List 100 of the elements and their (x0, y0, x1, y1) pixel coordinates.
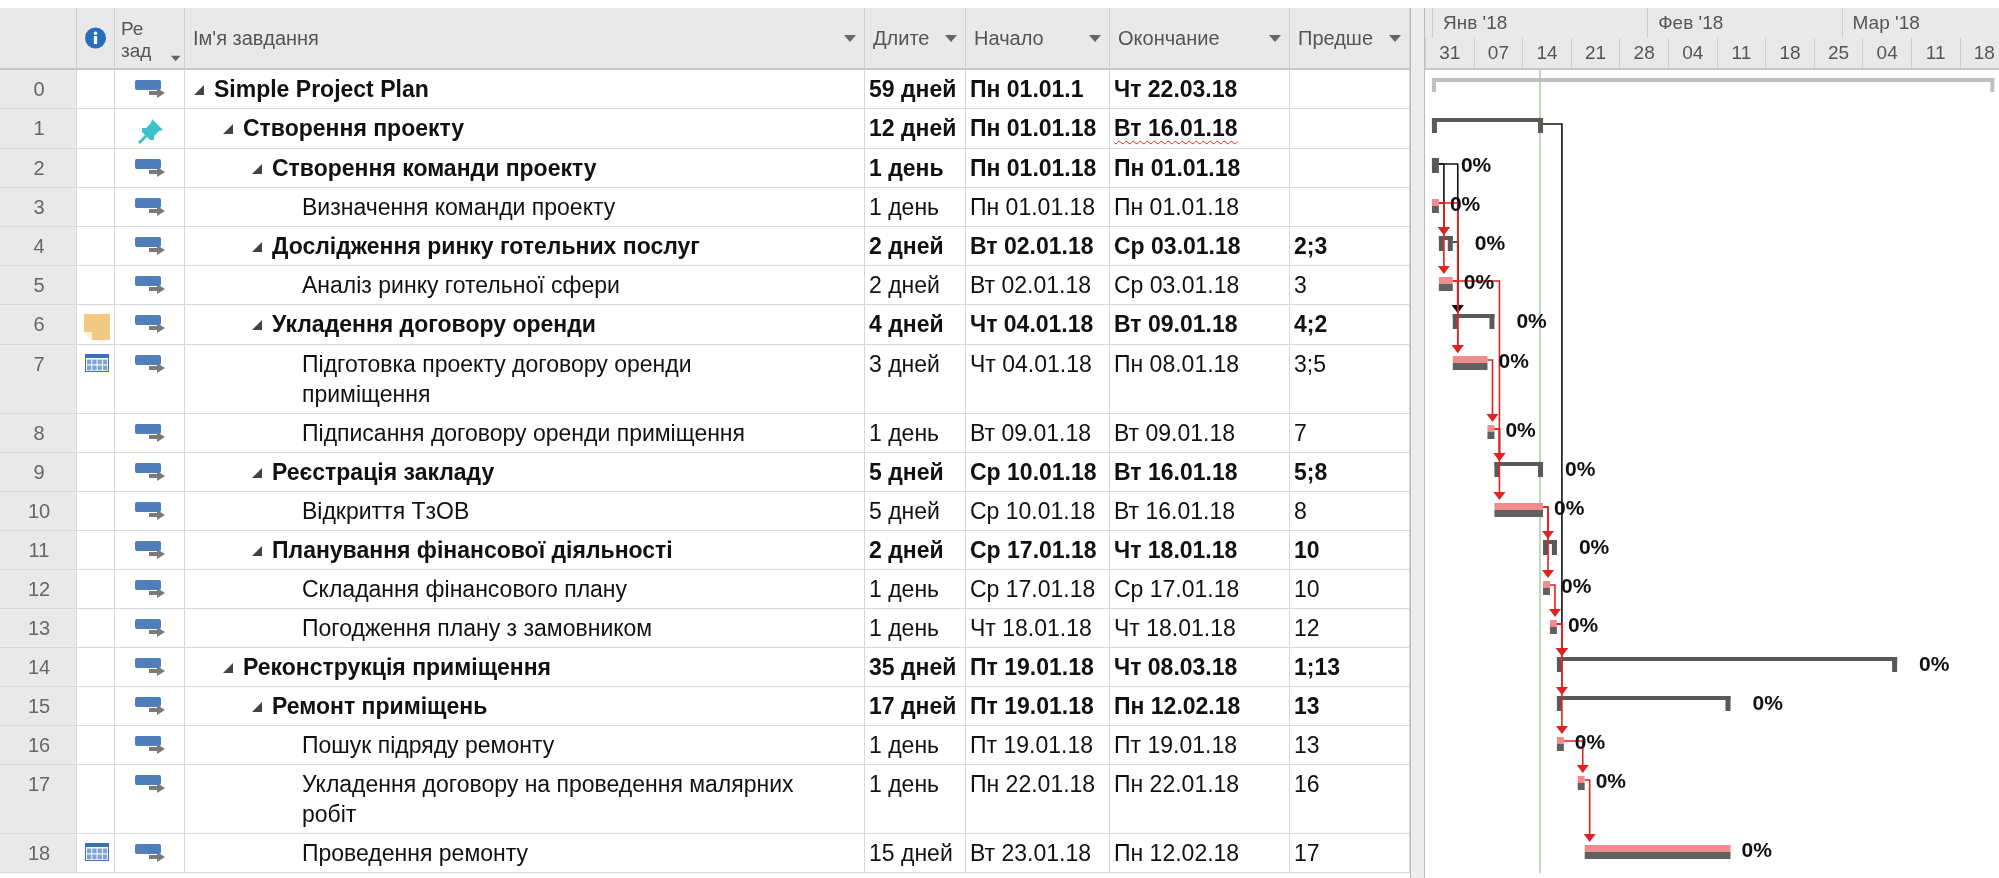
finish-date-cell: Ср 03.01.18 (1110, 227, 1290, 265)
start-date-cell: Ср 17.01.18 (966, 531, 1110, 569)
start-date-cell: Пт 19.01.18 (966, 687, 1110, 725)
collapse-toggle-icon[interactable] (222, 662, 234, 674)
finish-date-cell: Пн 12.02.18 (1110, 687, 1290, 725)
collapse-toggle-icon[interactable] (251, 701, 263, 713)
progress-label: 0% (1505, 418, 1536, 441)
finish-date-cell: Вт 16.01.18 (1110, 109, 1290, 148)
row-number: 10 (0, 492, 77, 530)
month-label: Янв '18 (1431, 8, 1648, 38)
task-name: Пошук підряду ремонту (302, 731, 555, 760)
collapse-toggle-icon[interactable] (251, 163, 263, 175)
week-label: 11 (1716, 38, 1766, 68)
duration-cell: 2 дней (865, 266, 966, 304)
task-name: Створення проекту (243, 114, 465, 143)
task-bar[interactable] (1549, 620, 1557, 627)
collapse-toggle-icon[interactable] (222, 123, 234, 135)
row-number: 6 (0, 305, 77, 344)
baseline-bar (1431, 206, 1439, 213)
baseline-bar (1577, 783, 1585, 790)
collapse-toggle-icon[interactable] (193, 84, 205, 96)
start-date-cell: Пн 01.01.1 (966, 70, 1110, 108)
row-number: 17 (0, 765, 77, 833)
summary-bar (1543, 540, 1557, 555)
finish-date-cell: Вт 16.01.18 (1110, 453, 1290, 491)
progress-label: 0% (1516, 309, 1547, 332)
progress-label: 0% (1474, 231, 1506, 254)
start-date-cell: Вт 02.01.18 (966, 227, 1110, 265)
calendar-icon (84, 843, 109, 861)
task-bar[interactable] (1577, 776, 1585, 783)
task-name: Simple Project Plan (214, 75, 429, 104)
task-name: Планування фінансової діяльності (272, 536, 673, 565)
progress-label: 0% (1595, 769, 1627, 792)
duration-cell: 15 дней (865, 834, 966, 872)
progress-label: 0% (1574, 730, 1606, 753)
task-bar[interactable] (1438, 277, 1453, 284)
task-bar[interactable] (1431, 199, 1439, 206)
finish-date-cell: Чт 18.01.18 (1110, 609, 1290, 647)
row-number: 16 (0, 726, 77, 764)
task-name: Підписання договору оренди приміщення (302, 419, 746, 448)
row-number: 5 (0, 266, 77, 304)
finish-date-cell: Чт 18.01.18 (1110, 531, 1290, 569)
pane-splitter[interactable] (1410, 8, 1425, 878)
task-name: Укладення договору на проведення малярних робіт (302, 770, 795, 829)
task-name: Реєстрація закладу (272, 458, 495, 487)
summary-bar (1438, 236, 1453, 251)
collapse-toggle-icon[interactable] (251, 319, 263, 331)
baseline-bar (1556, 744, 1564, 751)
week-label: 21 (1570, 38, 1620, 68)
task-name: Визначення команди проекту (302, 193, 616, 222)
start-date-cell: Пт 19.01.18 (966, 648, 1110, 686)
collapse-toggle-icon[interactable] (251, 241, 263, 253)
row-number: 8 (0, 414, 77, 452)
week-label: 04 (1862, 38, 1911, 68)
start-date-cell: Пн 01.01.18 (966, 149, 1110, 187)
start-date-cell: Пн 01.01.18 (966, 109, 1110, 148)
note-icon (83, 314, 110, 340)
row-number: 3 (0, 188, 77, 226)
baseline-bar (1487, 432, 1495, 439)
progress-label: 0% (1567, 613, 1599, 636)
collapse-toggle-icon[interactable] (251, 545, 263, 557)
task-bar[interactable] (1494, 503, 1544, 510)
row-number: 15 (0, 687, 77, 725)
duration-cell: 35 дней (865, 648, 966, 686)
duration-cell: 2 дней (865, 227, 966, 265)
duration-cell: 2 дней (865, 531, 966, 569)
task-name: Ремонт приміщень (272, 692, 488, 721)
row-number: 14 (0, 648, 77, 686)
baseline-bar (1438, 284, 1453, 291)
start-date-cell: Ср 10.01.18 (966, 453, 1110, 491)
duration-cell: 1 день (865, 570, 966, 608)
duration-cell: 12 дней (865, 109, 966, 148)
progress-label: 0% (1741, 838, 1772, 861)
week-label: 07 (1473, 38, 1523, 68)
info-icon (85, 25, 106, 51)
task-name: Дослідження ринку готельних послуг (272, 232, 700, 261)
finish-date-cell: Пн 01.01.18 (1110, 188, 1290, 226)
task-bar[interactable] (1452, 356, 1488, 363)
finish-date-cell: Пн 22.01.18 (1110, 765, 1290, 833)
duration-cell: 1 день (865, 765, 966, 833)
start-date-cell: Ср 17.01.18 (966, 570, 1110, 608)
finish-date-cell: Вт 09.01.18 (1110, 414, 1290, 452)
progress-label: 0% (1565, 457, 1596, 480)
collapse-toggle-icon[interactable] (251, 467, 263, 479)
start-date-cell: Вт 02.01.18 (966, 266, 1110, 304)
row-number: 18 (0, 834, 77, 872)
start-date-cell: Ср 10.01.18 (966, 492, 1110, 530)
task-bar[interactable] (1556, 737, 1564, 744)
start-date-cell: Пт 19.01.18 (966, 726, 1110, 764)
progress-label: 0% (1752, 691, 1783, 714)
week-label: 18 (1959, 38, 1999, 68)
task-bar[interactable] (1487, 425, 1495, 432)
baseline-bar (1549, 627, 1557, 634)
row-number: 11 (0, 531, 77, 569)
week-label: 28 (1619, 38, 1668, 68)
finish-date-cell: Пн 01.01.18 (1110, 149, 1290, 187)
start-date-cell: Чт 04.01.18 (966, 345, 1110, 413)
baseline-bar (1494, 510, 1544, 517)
duration-cell: 59 дней (865, 70, 966, 108)
row-number: 12 (0, 570, 77, 608)
